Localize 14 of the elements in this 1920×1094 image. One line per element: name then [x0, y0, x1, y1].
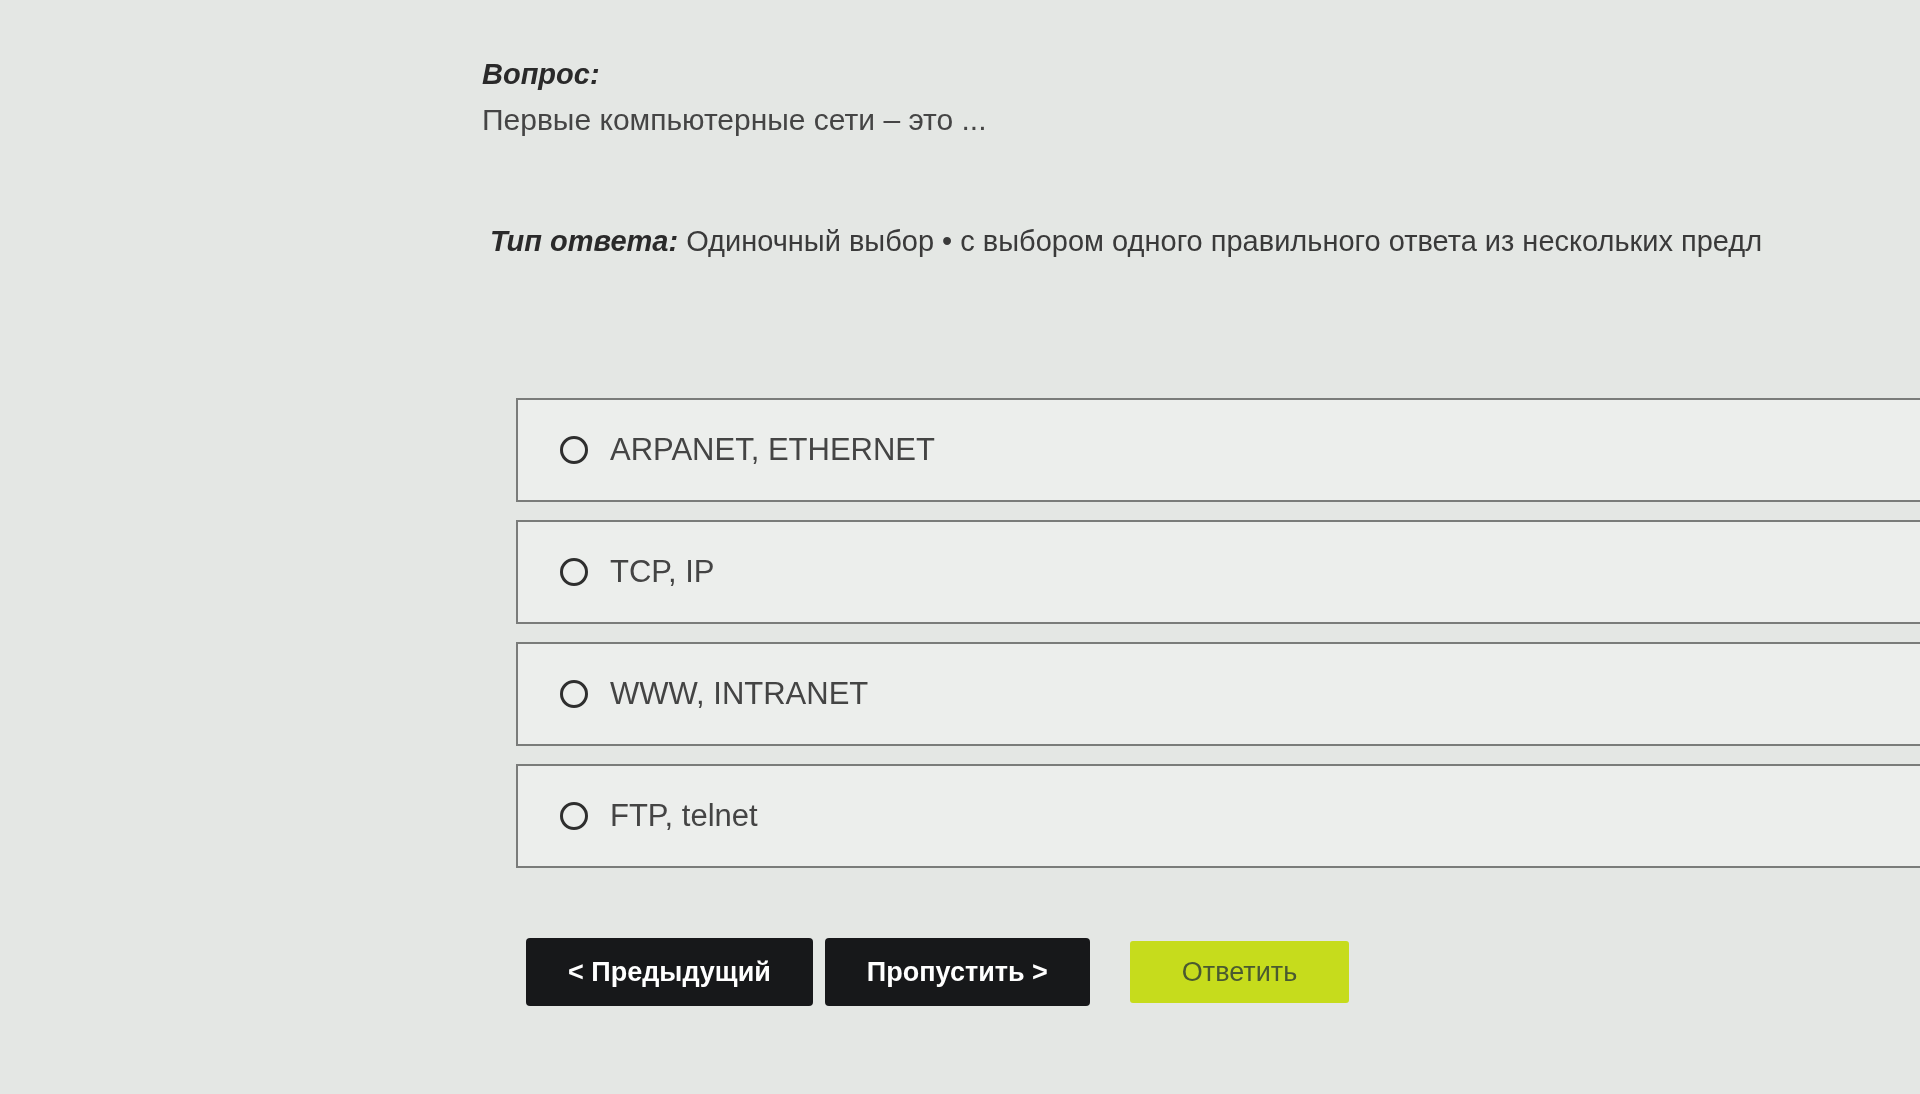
answer-option[interactable]: WWW, INTRANET [516, 642, 1920, 746]
answer-option[interactable]: FTP, telnet [516, 764, 1920, 868]
radio-button[interactable] [560, 436, 588, 464]
question-text: Первые компьютерные сети – это ... [482, 103, 987, 137]
answer-type-line: Тип ответа: Одиночный выбор • с выбором одного правильного ответа из нескольких предл [490, 225, 1763, 258]
radio-button[interactable] [560, 558, 588, 586]
answer-option[interactable]: ARPANET, ETHERNET [516, 398, 1920, 502]
submit-button[interactable]: Ответить [1129, 941, 1350, 1003]
radio-button[interactable] [560, 680, 588, 708]
question-label: Вопрос: [482, 58, 600, 91]
answer-option[interactable]: TCP, IP [516, 520, 1920, 624]
nav-button[interactable]: < Предыдущий [526, 938, 813, 1006]
radio-button[interactable] [560, 802, 588, 830]
nav-button[interactable]: Пропустить > [824, 938, 1090, 1006]
